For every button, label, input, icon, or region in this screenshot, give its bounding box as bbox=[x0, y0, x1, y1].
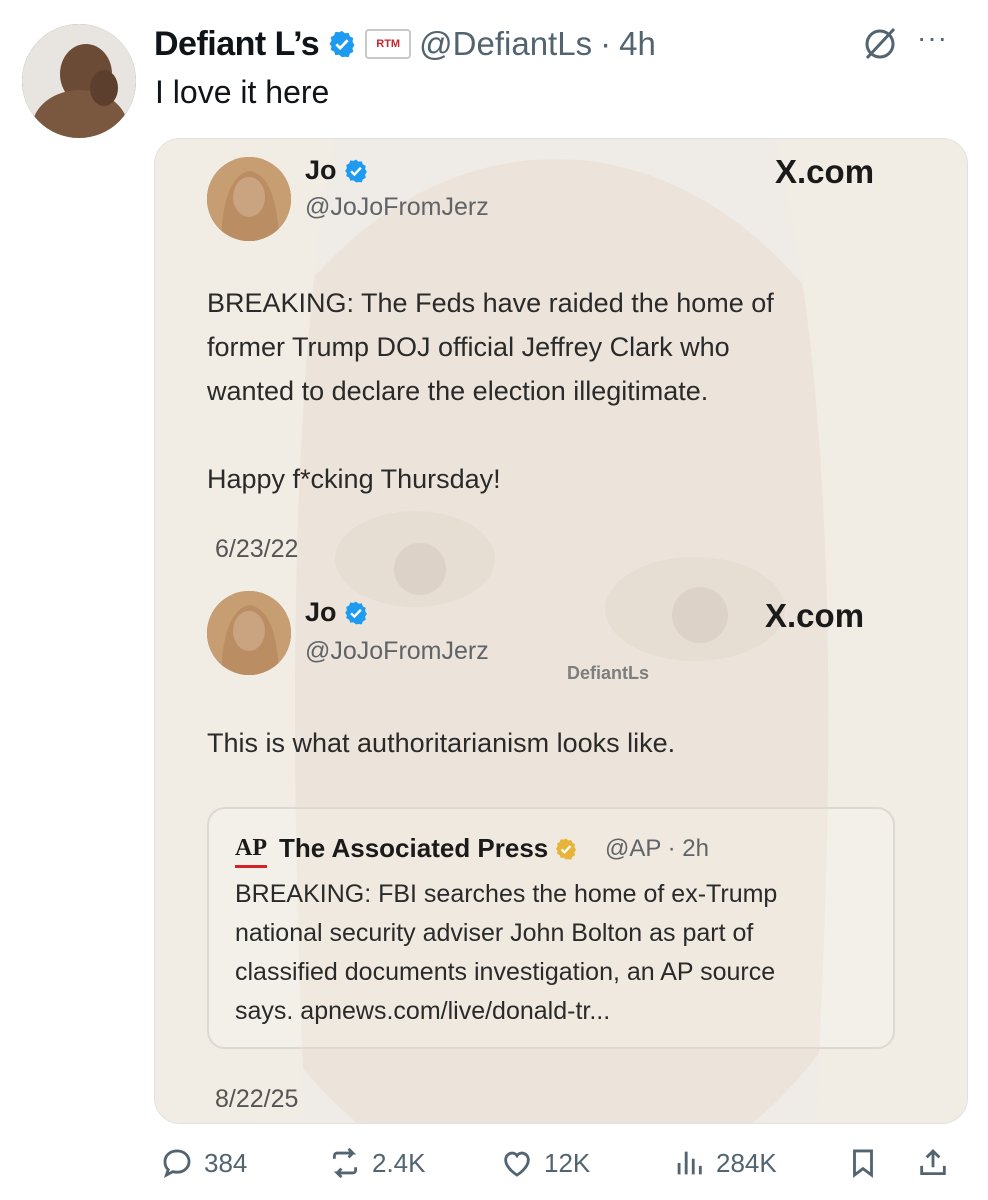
embedded-avatar-image bbox=[207, 591, 291, 675]
verified-icon bbox=[344, 159, 367, 182]
share-button[interactable] bbox=[916, 1146, 950, 1180]
action-bar: 384 2.4K 12K 284K bbox=[0, 1142, 988, 1192]
reply-icon bbox=[163, 1149, 191, 1178]
reply-button[interactable]: 384 bbox=[160, 1146, 247, 1180]
views-count: 284K bbox=[716, 1147, 777, 1178]
quote-text-line: national security adviser John Bolton as… bbox=[235, 919, 754, 947]
repost-button[interactable]: 2.4K bbox=[328, 1146, 426, 1180]
affiliate-badge[interactable]: RTM bbox=[365, 29, 412, 59]
embedded-name: Jo bbox=[305, 597, 369, 628]
embedded-body-line: wanted to declare the election illegitim… bbox=[207, 376, 709, 406]
embedded-body-line: BREAKING: The Feds have raided the home … bbox=[207, 288, 774, 318]
share-icon bbox=[920, 1148, 946, 1176]
views-button[interactable]: 284K bbox=[672, 1146, 777, 1180]
like-count: 12K bbox=[544, 1147, 591, 1178]
embedded-handle: @JoJoFromJerz bbox=[305, 193, 489, 221]
repost-icon bbox=[332, 1147, 358, 1179]
embedded-name-text: Jo bbox=[305, 155, 337, 185]
avatar-image bbox=[22, 24, 136, 138]
quote-meta: @AP · 2h bbox=[605, 835, 709, 862]
embedded-name-text: Jo bbox=[305, 597, 337, 627]
repost-count: 2.4K bbox=[372, 1147, 426, 1178]
verified-icon[interactable] bbox=[327, 29, 357, 59]
embedded-body: BREAKING: The Feds have raided the home … bbox=[207, 281, 927, 501]
post-text: I love it here bbox=[155, 74, 330, 110]
embedded-date: 6/23/22 bbox=[215, 535, 299, 563]
author-name[interactable]: Defiant L’s bbox=[154, 25, 320, 64]
quote-text-line: says. apnews.com/live/donald-tr... bbox=[235, 997, 611, 1025]
post-media[interactable]: Jo @JoJoFromJerz X.com BREAKING: The Fed… bbox=[154, 138, 968, 1124]
embedded-avatar-image bbox=[207, 157, 291, 241]
quote-author-name: The Associated Press bbox=[279, 833, 549, 863]
ap-logo-underline bbox=[235, 865, 267, 868]
like-button[interactable]: 12K bbox=[500, 1146, 590, 1180]
post-time[interactable]: 4h bbox=[619, 25, 656, 63]
separator: · bbox=[600, 25, 612, 62]
embedded-body-line: former Trump DOJ official Jeffrey Clark … bbox=[207, 332, 730, 362]
embedded-date: 8/22/25 bbox=[215, 1085, 299, 1113]
verified-icon bbox=[556, 838, 577, 859]
views-icon bbox=[677, 1151, 702, 1175]
bookmark-button[interactable] bbox=[846, 1146, 880, 1180]
post-header: Defiant L’s RTM @DefiantLs · 4h bbox=[154, 22, 656, 66]
embedded-handle: @JoJoFromJerz bbox=[305, 637, 489, 665]
ap-logo: AP bbox=[235, 835, 267, 861]
grok-icon[interactable] bbox=[860, 24, 900, 64]
reply-count: 384 bbox=[204, 1147, 248, 1178]
embedded-avatar bbox=[207, 591, 291, 675]
watermark: DefiantLs bbox=[567, 663, 650, 683]
embedded-body: This is what authoritarianism looks like… bbox=[207, 728, 676, 758]
like-icon bbox=[504, 1151, 530, 1177]
bookmark-icon bbox=[853, 1149, 873, 1178]
embedded-avatar bbox=[207, 157, 291, 241]
verified-icon bbox=[344, 601, 367, 624]
quote-text: BREAKING: FBI searches the home of ex-Tr… bbox=[235, 875, 875, 1031]
author-avatar[interactable] bbox=[22, 24, 136, 138]
embedded-site: X.com bbox=[775, 153, 875, 190]
quote-text-line: BREAKING: FBI searches the home of ex-Tr… bbox=[235, 880, 778, 908]
author-handle[interactable]: @DefiantLs bbox=[419, 25, 592, 63]
quoted-post: AP The Associated Press @AP · 2h BREAKIN… bbox=[207, 807, 895, 1049]
more-icon[interactable]: ··· bbox=[917, 22, 948, 54]
embedded-site: X.com bbox=[765, 597, 865, 634]
embedded-body-line: Happy f*cking Thursday! bbox=[207, 464, 501, 494]
quote-text-line: classified documents investigation, an A… bbox=[235, 958, 776, 986]
quote-author: The Associated Press bbox=[279, 833, 578, 864]
embedded-name: Jo bbox=[305, 155, 369, 186]
